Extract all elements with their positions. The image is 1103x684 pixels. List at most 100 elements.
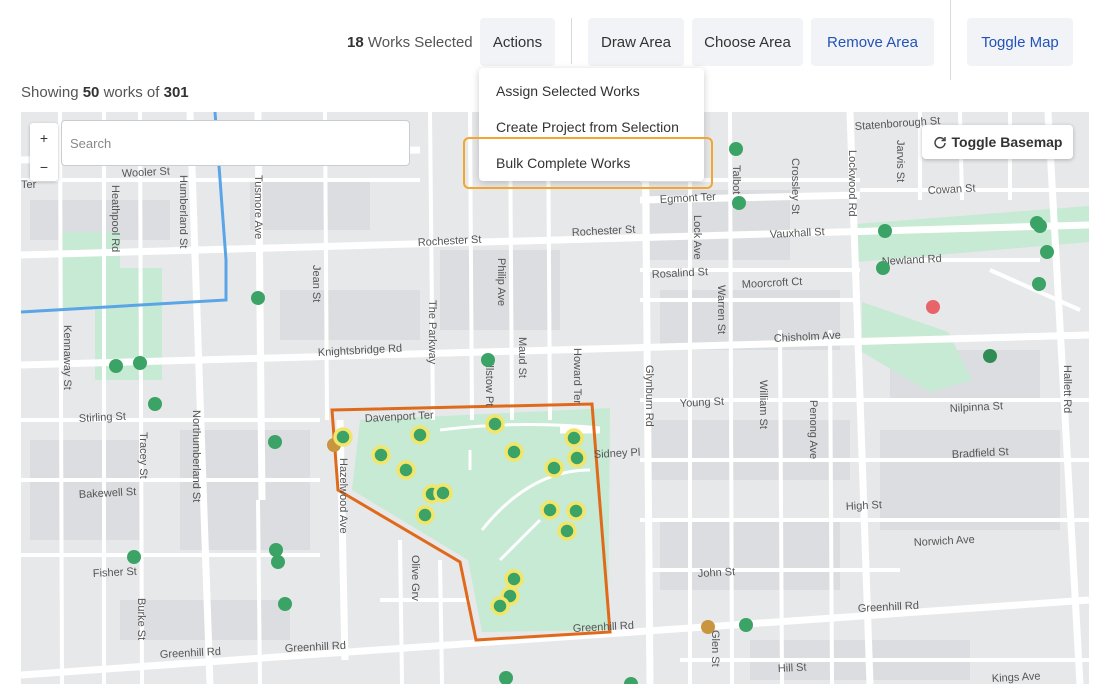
selected-work-marker xyxy=(333,427,353,447)
work-marker xyxy=(278,597,292,611)
street-label: Cowan St xyxy=(928,183,976,197)
street-label: Moorcroft Ct xyxy=(742,276,803,291)
toolbar-divider xyxy=(571,18,572,64)
selected-work-marker xyxy=(410,425,430,445)
works-summary: Showing 50 works of 301 xyxy=(21,84,189,101)
selected-work-marker xyxy=(564,428,584,448)
work-marker xyxy=(1032,277,1046,291)
zoom-control: + − xyxy=(30,123,58,181)
work-marker xyxy=(127,550,141,564)
actions-button[interactable]: Actions xyxy=(480,18,555,66)
refresh-icon xyxy=(933,136,946,149)
selected-work-marker xyxy=(415,505,435,525)
street-label: Hill St xyxy=(778,662,807,675)
selected-work-marker xyxy=(504,569,524,589)
street-label: Stirling St xyxy=(79,411,127,425)
street-label: The Parkway xyxy=(426,300,438,365)
street-label: Fisher St xyxy=(93,566,138,580)
selected-work-marker xyxy=(371,445,391,465)
work-marker xyxy=(739,618,753,632)
street-label: Kings Ave xyxy=(992,670,1041,684)
street-label: Rosalind St xyxy=(652,266,709,281)
work-marker xyxy=(481,353,495,367)
selected-work-marker xyxy=(540,500,560,520)
work-marker xyxy=(271,555,285,569)
street-label: Olive Grv xyxy=(409,555,421,601)
map-search-input[interactable] xyxy=(61,120,410,166)
street-label: Northumberland St xyxy=(190,410,202,502)
street-label: Jean St xyxy=(310,265,322,302)
toolbar: 18 Works Selected Actions Draw Area Choo… xyxy=(0,0,1103,80)
work-marker xyxy=(1033,219,1047,233)
street-label: Newland Rd xyxy=(882,253,942,268)
choose-area-button[interactable]: Choose Area xyxy=(692,18,803,66)
highlight-outline xyxy=(463,137,713,189)
street-label: Jarvis St xyxy=(894,140,906,182)
selected-work-marker xyxy=(433,483,453,503)
work-marker xyxy=(268,435,282,449)
street-label: Hallett Rd xyxy=(1061,365,1073,413)
street-label: Tracey St xyxy=(137,432,149,479)
street-label: Glen St xyxy=(709,630,721,667)
zoom-out-button[interactable]: − xyxy=(30,152,58,181)
street-label: Kennaway St xyxy=(61,325,73,390)
selected-work-marker xyxy=(396,460,416,480)
street-label: Lockwood Rd xyxy=(846,150,858,217)
draw-area-button[interactable]: Draw Area xyxy=(588,18,684,66)
street-label: Howard Ter xyxy=(571,348,583,404)
selected-count-text: 18 Works Selected xyxy=(347,34,473,51)
street-label: Burke St xyxy=(135,598,147,640)
map-canvas[interactable]: Statenborough St Wooler St Heathpool Rd … xyxy=(21,112,1089,684)
selected-work-marker xyxy=(490,596,510,616)
work-marker xyxy=(251,291,265,305)
toggle-basemap-label: Toggle Basemap xyxy=(951,134,1063,150)
remove-area-button[interactable]: Remove Area xyxy=(811,18,934,66)
street-label: Philip Ave xyxy=(495,258,507,306)
work-marker xyxy=(148,397,162,411)
street-label: Crossley St xyxy=(789,158,801,214)
street-label: William St xyxy=(757,380,769,429)
street-label: Humberland St xyxy=(177,175,189,248)
work-marker xyxy=(701,620,715,634)
selected-work-marker xyxy=(566,501,586,521)
toolbar-divider xyxy=(950,0,951,80)
work-marker xyxy=(499,671,513,684)
street-label: Warren St xyxy=(715,285,727,334)
street-label: Wooler St xyxy=(122,165,171,180)
work-marker xyxy=(926,300,940,314)
work-marker xyxy=(876,261,890,275)
street-label: Vauxhall St xyxy=(770,226,825,241)
street-label: Maud St xyxy=(516,337,528,378)
toggle-map-button[interactable]: Toggle Map xyxy=(967,18,1073,66)
street-label: Glynburn Rd xyxy=(643,365,655,427)
street-label: Heathpool Rd xyxy=(109,185,121,252)
street-label: Sidney Pl xyxy=(594,447,641,461)
toggle-basemap-button[interactable]: Toggle Basemap xyxy=(922,125,1073,159)
work-marker xyxy=(109,359,123,373)
map-view[interactable]: Statenborough St Wooler St Heathpool Rd … xyxy=(21,112,1089,684)
street-label: Lock Ave xyxy=(691,215,703,259)
street-label: Nilpinna St xyxy=(950,400,1004,415)
street-label: Hazelwood Ave xyxy=(337,458,349,534)
selected-work-marker xyxy=(485,414,505,434)
work-marker xyxy=(1040,245,1054,259)
work-marker xyxy=(624,677,638,684)
work-marker xyxy=(269,543,283,557)
street-label: High St xyxy=(846,499,883,513)
selected-work-marker xyxy=(504,442,524,462)
street-label: Norwich Ave xyxy=(914,534,975,549)
work-marker xyxy=(133,356,147,370)
selected-work-marker xyxy=(557,521,577,541)
selected-work-marker xyxy=(567,448,587,468)
street-label: Young St xyxy=(680,396,725,410)
street-label: John St xyxy=(698,566,736,580)
work-marker xyxy=(732,196,746,210)
street-label: Penong Ave xyxy=(807,400,819,459)
menu-item-assign-selected-works[interactable]: Assign Selected Works xyxy=(496,83,640,99)
work-marker xyxy=(729,142,743,156)
selected-work-marker xyxy=(544,458,564,478)
work-marker xyxy=(983,349,997,363)
work-marker xyxy=(878,224,892,238)
menu-item-create-project-from-selection[interactable]: Create Project from Selection xyxy=(496,119,679,135)
zoom-in-button[interactable]: + xyxy=(30,123,58,152)
